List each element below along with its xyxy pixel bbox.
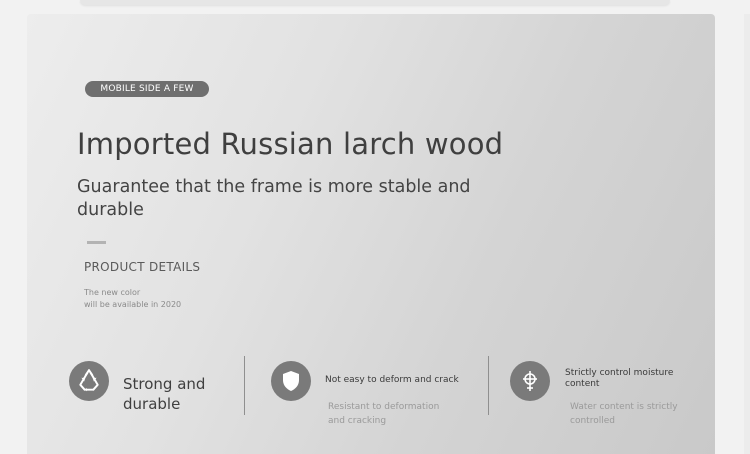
feature-2-title: Not easy to deform and crack bbox=[325, 375, 459, 385]
page-title: Imported Russian larch wood bbox=[77, 127, 504, 161]
feature-3-title-line-1: Strictly control moisture bbox=[565, 368, 674, 378]
feature-1-line-2: durable bbox=[123, 395, 181, 413]
feature-3-title-line-2: content bbox=[565, 379, 600, 389]
feature-1-line-1: Strong and bbox=[123, 375, 206, 393]
feature-strong-durable: Strong and durable bbox=[123, 374, 205, 414]
moisture-target-icon bbox=[510, 361, 550, 401]
feature-3-title: Strictly control moisture content bbox=[565, 368, 673, 390]
product-details-label: PRODUCT DETAILS bbox=[84, 260, 201, 274]
shield-icon bbox=[271, 361, 311, 401]
feature-3-desc-line-2: controlled bbox=[570, 416, 615, 426]
recycle-icon bbox=[69, 361, 109, 401]
product-banner: MOBILE SIDE A FEW Imported Russian larch… bbox=[27, 14, 715, 454]
feature-3-desc: Water content is strictly controlled bbox=[570, 400, 678, 428]
separator-1 bbox=[244, 356, 245, 415]
badge: MOBILE SIDE A FEW bbox=[85, 81, 209, 97]
note-line-1: The new color bbox=[84, 288, 141, 297]
availability-note: The new color will be available in 2020 bbox=[84, 287, 181, 311]
feature-2-desc-line-2: and cracking bbox=[328, 416, 387, 426]
feature-3-desc-line-1: Water content is strictly bbox=[570, 402, 678, 412]
feature-2-desc: Resistant to deformation and cracking bbox=[328, 400, 439, 428]
subtitle: Guarantee that the frame is more stable … bbox=[77, 177, 471, 220]
feature-2-desc-line-1: Resistant to deformation bbox=[328, 402, 440, 412]
top-tab-bar bbox=[80, 0, 670, 5]
divider-dash bbox=[87, 241, 106, 244]
separator-2 bbox=[488, 356, 489, 415]
next-slide-edge bbox=[744, 14, 750, 454]
note-line-2: will be available in 2020 bbox=[84, 300, 182, 309]
